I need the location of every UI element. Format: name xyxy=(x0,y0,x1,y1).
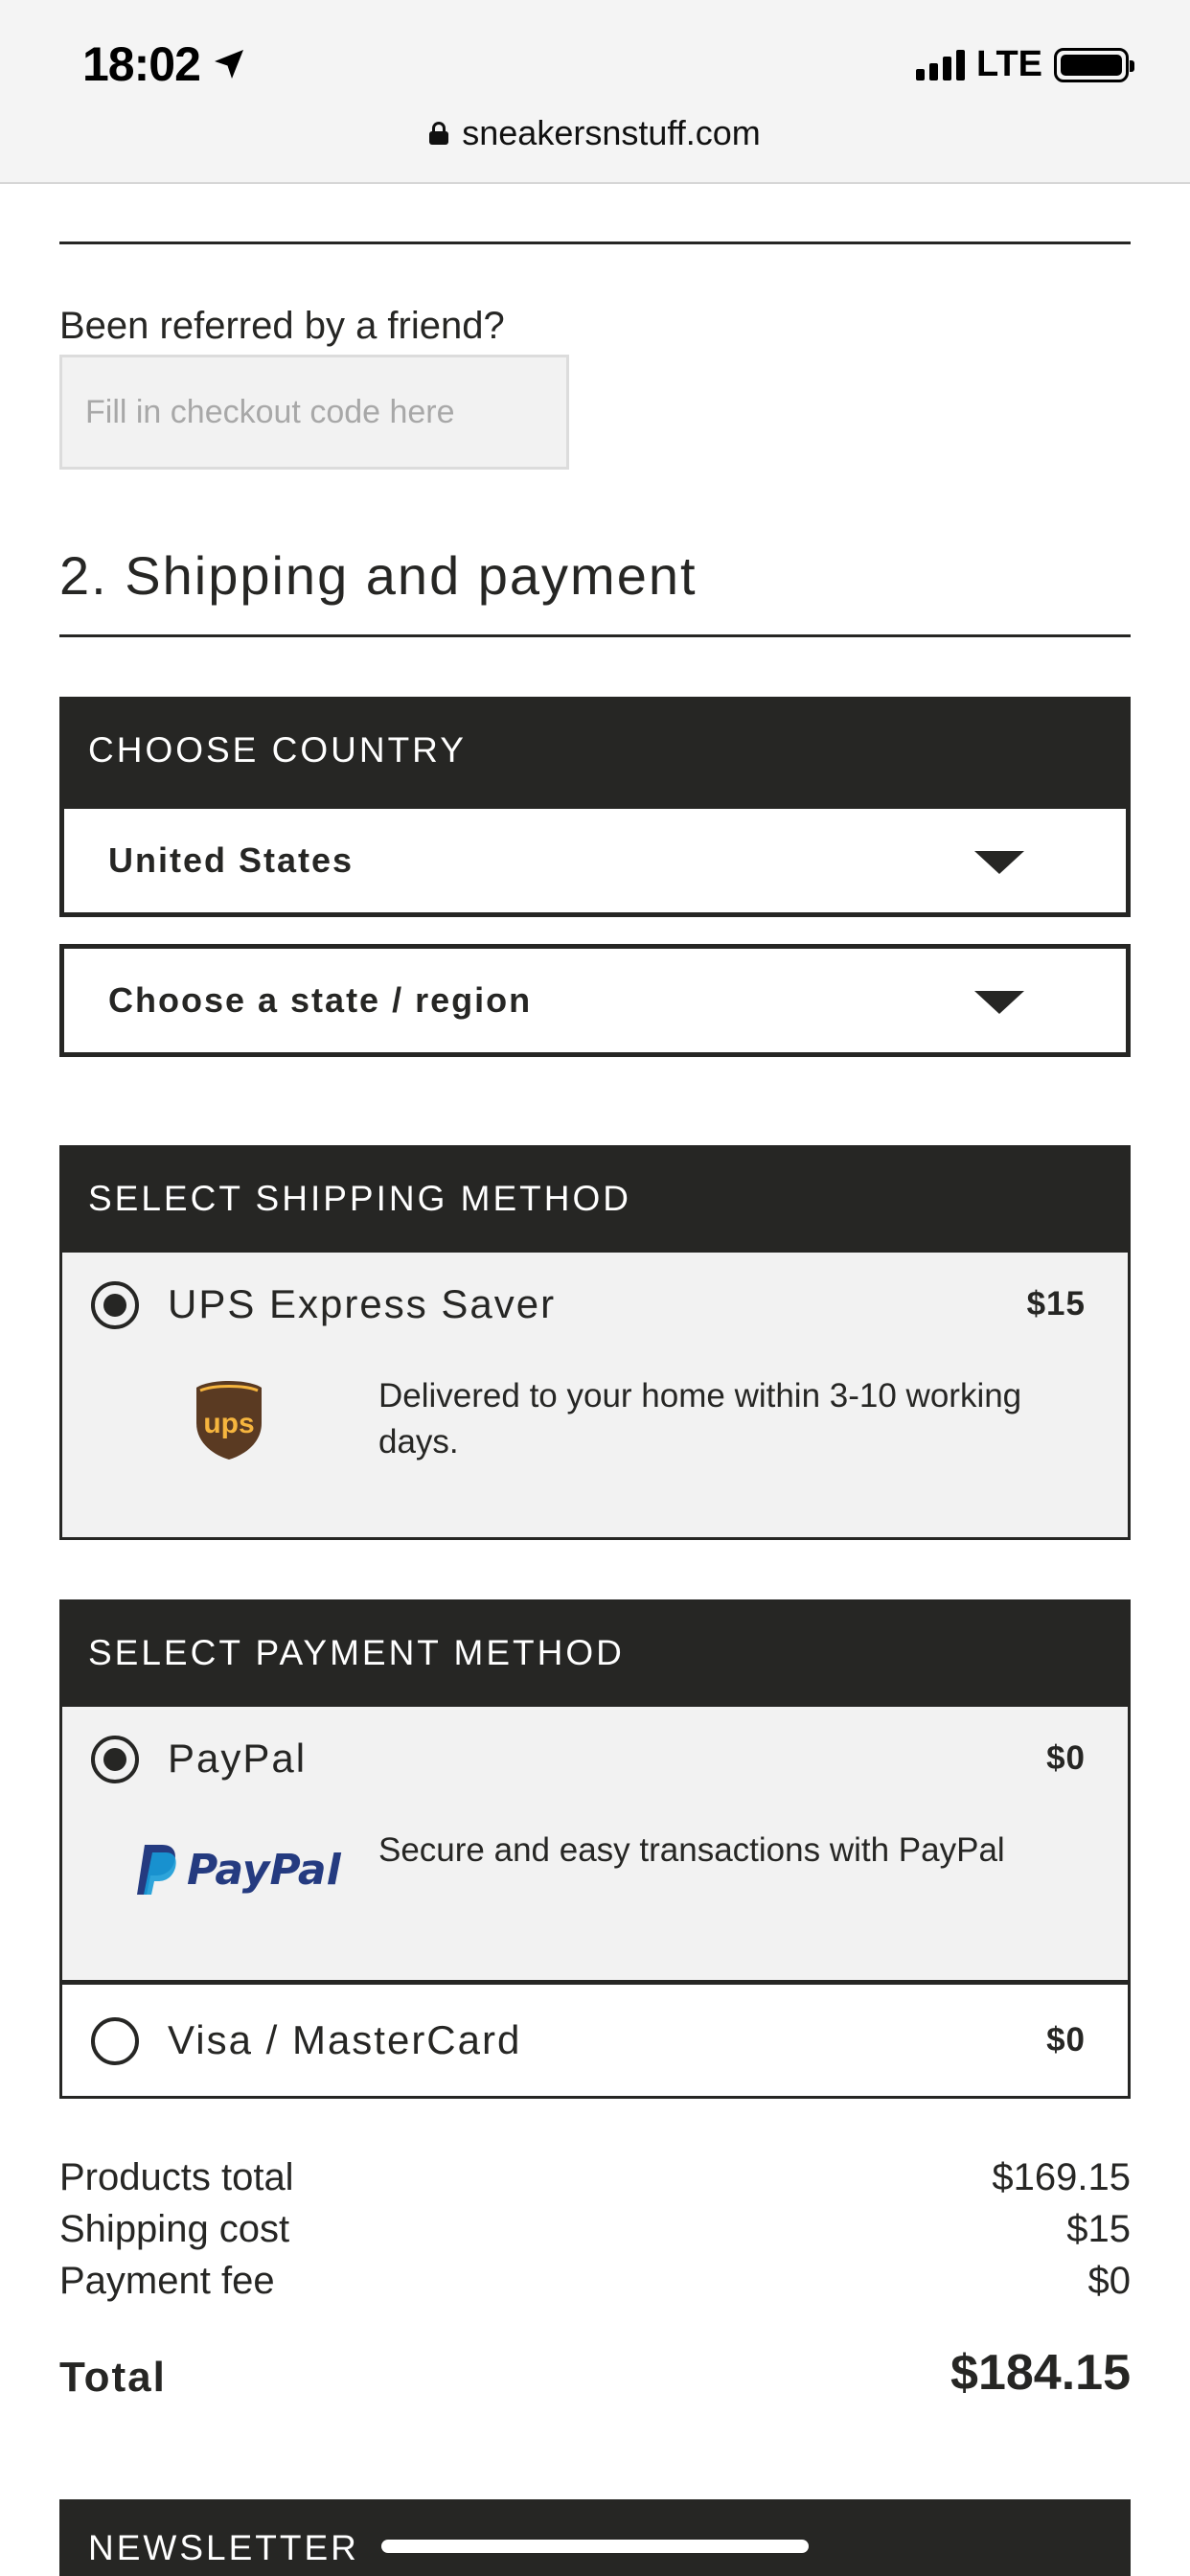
payment-option-name: PayPal xyxy=(168,1736,308,1781)
paypal-logo: PayPal xyxy=(135,1843,341,1897)
payment-fee-value: $0 xyxy=(1087,2260,1132,2302)
network-type: LTE xyxy=(976,44,1042,84)
grand-total-label: Total xyxy=(59,2354,167,2401)
grand-total-row: Total $184.15 xyxy=(59,2344,1131,2402)
shipping-option-ups[interactable]: UPS Express Saver $15 ups Delivered to y… xyxy=(59,1253,1131,1540)
choose-country-label: CHOOSE COUNTRY xyxy=(88,730,467,770)
payment-option-paypal[interactable]: PayPal $0 PayPal Secure and easy transac… xyxy=(59,1707,1131,1983)
state-placeholder: Choose a state / region xyxy=(108,980,533,1020)
newsletter-header: NEWSLETTER xyxy=(59,2499,1131,2576)
status-time: 18:02 xyxy=(82,36,246,92)
section-title: 2. Shipping and payment xyxy=(59,545,698,606)
country-select[interactable]: United States xyxy=(59,804,1131,917)
products-total-label: Products total xyxy=(59,2156,294,2198)
products-total-row: Products total $169.15 xyxy=(59,2156,1131,2199)
payment-option-price: $0 xyxy=(1046,1739,1086,1777)
status-indicators: LTE xyxy=(916,44,1134,85)
shipping-option-name: UPS Express Saver xyxy=(168,1281,557,1326)
shipping-radio-ups[interactable] xyxy=(91,1281,139,1329)
ups-logo-text: ups xyxy=(203,1408,254,1439)
cellular-signal-icon xyxy=(916,49,966,80)
chevron-down-icon xyxy=(974,991,1024,1014)
payment-fee-row: Payment fee $0 xyxy=(59,2260,1131,2303)
shipping-method-header: SELECT SHIPPING METHOD xyxy=(59,1145,1131,1253)
shipping-option-price: $15 xyxy=(1026,1285,1086,1322)
battery-icon xyxy=(1054,47,1134,82)
order-totals: Products total $169.15 Shipping cost $15… xyxy=(59,2156,1131,2415)
checkout-code-input[interactable] xyxy=(59,355,569,470)
payment-radio-visa[interactable] xyxy=(91,2017,139,2065)
url-text: sneakersnstuff.com xyxy=(462,113,761,152)
divider-top xyxy=(59,242,1131,244)
choose-country-header: CHOOSE COUNTRY xyxy=(59,697,1131,804)
payment-option-visa[interactable]: Visa / MasterCard $0 xyxy=(59,1982,1131,2099)
payment-option-description: Secure and easy transactions with PayPal xyxy=(378,1831,1005,1869)
section-divider xyxy=(59,634,1131,637)
home-indicator[interactable] xyxy=(381,2540,809,2553)
paypal-logo-text: PayPal xyxy=(187,1845,341,1895)
payment-method-header: SELECT PAYMENT METHOD xyxy=(59,1599,1131,1707)
country-selected-value: United States xyxy=(108,840,355,880)
products-total-value: $169.15 xyxy=(992,2156,1131,2198)
status-time-text: 18:02 xyxy=(82,37,201,91)
shipping-cost-value: $15 xyxy=(1066,2208,1131,2250)
browser-top-bar: 18:02 LTE sneakersnstuff.com xyxy=(0,0,1190,184)
newsletter-label: NEWSLETTER xyxy=(88,2528,359,2567)
grand-total-value: $184.15 xyxy=(950,2345,1131,2401)
shipping-option-description: Delivered to your home within 3-10 worki… xyxy=(378,1377,1022,1460)
shipping-method-label: SELECT SHIPPING METHOD xyxy=(88,1179,631,1218)
chevron-down-icon xyxy=(974,851,1024,874)
shipping-cost-row: Shipping cost $15 xyxy=(59,2208,1131,2251)
shipping-cost-label: Shipping cost xyxy=(59,2208,290,2250)
payment-radio-paypal[interactable] xyxy=(91,1736,139,1783)
payment-fee-label: Payment fee xyxy=(59,2260,275,2302)
state-select[interactable]: Choose a state / region xyxy=(59,944,1131,1057)
location-arrow-icon xyxy=(214,50,243,79)
paypal-mark-icon xyxy=(137,1845,176,1895)
ups-logo-icon: ups xyxy=(196,1381,262,1460)
lock-icon xyxy=(429,122,449,145)
payment-option-name-visa: Visa / MasterCard xyxy=(168,2017,522,2062)
referral-label: Been referred by a friend? xyxy=(59,305,505,347)
payment-option-price-visa: $0 xyxy=(1046,2021,1086,2058)
url-bar[interactable]: sneakersnstuff.com xyxy=(0,113,1190,153)
payment-method-label: SELECT PAYMENT METHOD xyxy=(88,1633,625,1672)
